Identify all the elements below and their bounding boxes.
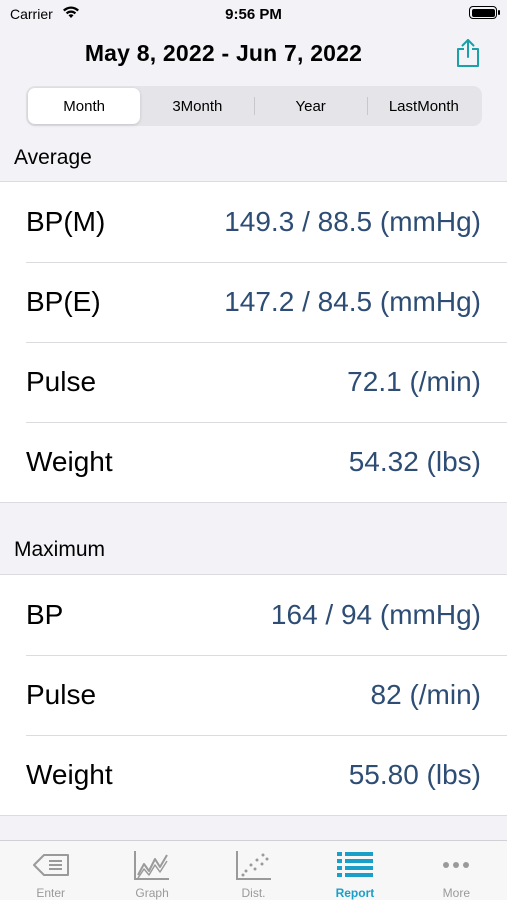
- tab-bar: Enter Graph Dist. Report More: [0, 840, 507, 900]
- list-item: Pulse 72.1 (/min): [0, 342, 507, 422]
- segment-3month[interactable]: 3Month: [141, 88, 253, 124]
- date-range-title: May 8, 2022 - Jun 7, 2022: [84, 40, 363, 66]
- segment-year[interactable]: Year: [255, 88, 367, 124]
- row-label: Weight: [26, 759, 113, 790]
- header: May 8, 2022 - Jun 7, 2022: [0, 28, 507, 80]
- tab-label: Graph: [135, 886, 169, 900]
- share-button[interactable]: [451, 36, 485, 70]
- row-value: 149.3 / 88.5 (mmHg): [224, 206, 481, 237]
- battery-icon: [469, 6, 500, 19]
- period-segmented-control: Month 3Month Year LastMonth: [26, 86, 482, 126]
- maximum-section-header: Maximum: [14, 538, 106, 561]
- tab-enter[interactable]: Enter: [0, 841, 101, 900]
- status-bar: Carrier 9:56 PM: [0, 0, 507, 28]
- list-item: BP 164 / 94 (mmHg): [0, 575, 507, 655]
- report-list-icon: [335, 849, 375, 881]
- row-label: BP(E): [26, 286, 101, 317]
- tab-label: Enter: [36, 886, 66, 900]
- maximum-group: BP 164 / 94 (mmHg) Pulse 82 (/min) Weigh…: [0, 574, 507, 816]
- row-label: BP(M): [26, 206, 106, 237]
- row-value: 55.80 (lbs): [348, 759, 481, 790]
- segment-lastmonth[interactable]: LastMonth: [368, 88, 480, 124]
- tab-report[interactable]: Report: [304, 841, 405, 900]
- row-label: Pulse: [26, 366, 97, 397]
- list-item: Weight 54.32 (lbs): [0, 422, 507, 502]
- row-value: 54.32 (lbs): [348, 446, 481, 477]
- list-item: BP(M) 149.3 / 88.5 (mmHg): [0, 182, 507, 262]
- list-item: Pulse 82 (/min): [0, 655, 507, 735]
- row-label: Weight: [26, 446, 113, 477]
- graph-icon: [132, 849, 172, 881]
- tab-label: Report: [335, 886, 375, 900]
- average-section-header: Average: [14, 146, 92, 169]
- more-dots-icon: [436, 849, 476, 881]
- row-value: 147.2 / 84.5 (mmHg): [224, 286, 481, 317]
- list-item: Weight 55.80 (lbs): [0, 735, 507, 815]
- status-time: 9:56 PM: [225, 6, 282, 23]
- tab-label: Dist.: [241, 886, 266, 900]
- row-value: 72.1 (/min): [347, 366, 481, 397]
- tab-dist[interactable]: Dist.: [203, 841, 304, 900]
- row-label: Pulse: [26, 679, 97, 710]
- list-item: BP(E) 147.2 / 84.5 (mmHg): [0, 262, 507, 342]
- enter-icon: [31, 849, 71, 881]
- tab-more[interactable]: More: [406, 841, 507, 900]
- scatter-icon: [234, 849, 274, 881]
- segment-month[interactable]: Month: [28, 88, 141, 124]
- tab-graph[interactable]: Graph: [101, 841, 202, 900]
- tab-label: More: [442, 886, 470, 900]
- row-label: BP: [26, 599, 64, 630]
- share-icon: [457, 39, 479, 67]
- average-group: BP(M) 149.3 / 88.5 (mmHg) BP(E) 147.2 / …: [0, 181, 507, 503]
- row-value: 82 (/min): [370, 679, 481, 710]
- row-value: 164 / 94 (mmHg): [270, 599, 481, 630]
